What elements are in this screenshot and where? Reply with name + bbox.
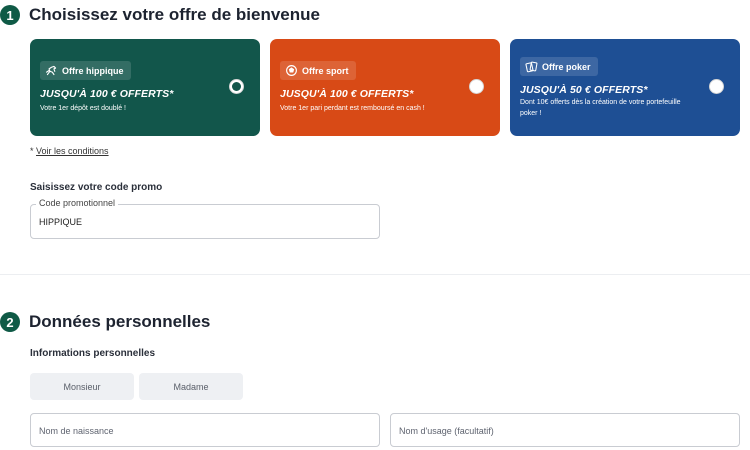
offer-card-hippique[interactable]: Offre hippique JUSQU'À 100 € OFFERTS* Vo… <box>30 39 260 136</box>
conditions-note: * Voir les conditions <box>30 146 109 156</box>
civility-madame-button[interactable]: Madame <box>139 373 243 400</box>
offer-description: Votre 1er pari perdant est remboursé en … <box>280 105 425 112</box>
offer-radio-sport[interactable] <box>469 79 484 94</box>
offer-radio-hippique[interactable] <box>229 79 244 94</box>
offer-card-poker[interactable]: Offre poker JUSQU'À 50 € OFFERTS* Dont 1… <box>510 39 740 136</box>
promo-code-value[interactable]: HIPPIQUE <box>39 217 82 227</box>
step-1-header: 1 Choisissez votre offre de bienvenue <box>0 5 320 25</box>
offer-tag-label: Offre poker <box>542 61 591 72</box>
offer-headline: JUSQU'À 50 € OFFERTS* <box>520 84 648 96</box>
offer-radio-poker[interactable] <box>709 79 724 94</box>
offer-headline: JUSQU'À 100 € OFFERTS* <box>40 88 174 100</box>
step-1-title: Choisissez votre offre de bienvenue <box>29 5 320 24</box>
offer-card-sport[interactable]: Offre sport JUSQU'À 100 € OFFERTS* Votre… <box>270 39 500 136</box>
offer-description: Dont 10€ offerts dès la création de votr… <box>520 99 681 117</box>
step-2-number: 2 <box>0 312 20 332</box>
section-divider <box>0 274 750 275</box>
promo-section-title: Saisissez votre code promo <box>30 182 163 193</box>
usage-name-placeholder: Nom d'usage (facultatif) <box>399 426 494 436</box>
conditions-link[interactable]: Voir les conditions <box>36 146 109 156</box>
birth-name-placeholder: Nom de naissance <box>39 426 114 436</box>
usage-name-field[interactable]: Nom d'usage (facultatif) <box>390 413 740 447</box>
offer-headline: JUSQU'À 100 € OFFERTS* <box>280 88 414 100</box>
step-2-header: 2 Données personnelles <box>0 312 210 332</box>
promo-code-field[interactable]: Code promotionnel HIPPIQUE <box>30 198 380 239</box>
offer-tag-label: Offre sport <box>302 65 349 76</box>
birth-name-field[interactable]: Nom de naissance <box>30 413 380 447</box>
offer-tag-poker: Offre poker <box>520 57 598 76</box>
personal-info-title: Informations personnelles <box>30 348 156 359</box>
step-2-title: Données personnelles <box>29 312 211 331</box>
step-1-number: 1 <box>0 5 20 25</box>
offer-tag-label: Offre hippique <box>62 65 124 76</box>
promo-code-label: Code promotionnel <box>36 198 119 208</box>
civility-monsieur-button[interactable]: Monsieur <box>30 373 134 400</box>
offer-cards: Offre hippique JUSQU'À 100 € OFFERTS* Vo… <box>30 39 740 137</box>
football-icon <box>284 64 298 78</box>
poker-cards-icon <box>524 60 538 74</box>
offer-tag-sport: Offre sport <box>280 61 356 80</box>
offer-description: Votre 1er dépôt est doublé ! <box>40 105 127 112</box>
offer-tag-hippique: Offre hippique <box>40 61 131 80</box>
horse-icon <box>44 64 58 78</box>
